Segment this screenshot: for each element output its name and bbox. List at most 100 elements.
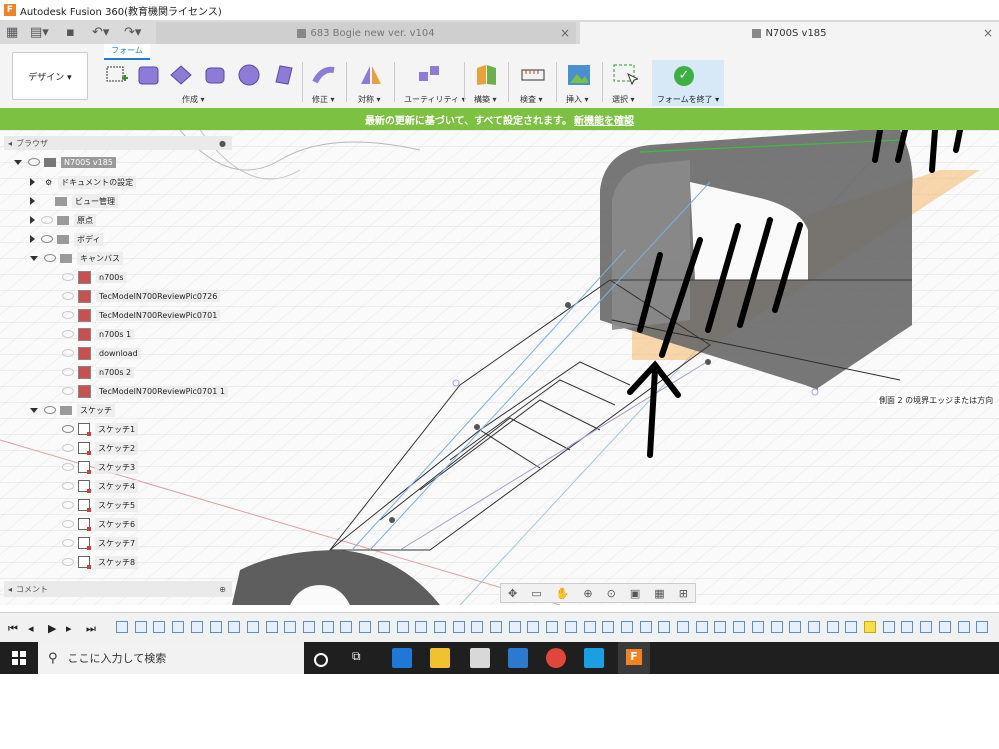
timeline-feature-icon[interactable] xyxy=(321,621,334,633)
timeline-feature-icon[interactable] xyxy=(527,621,540,633)
file-menu-icon[interactable]: ▤▾ xyxy=(30,23,49,41)
timeline-feature-icon[interactable] xyxy=(340,621,353,633)
tree-item-doc-settings[interactable]: ⚙ ドキュメントの設定 xyxy=(30,174,137,190)
store-icon[interactable] xyxy=(470,648,490,668)
timeline-feature-icon[interactable] xyxy=(116,621,128,633)
timeline-feature-icon[interactable] xyxy=(677,621,689,633)
visibility-icon[interactable] xyxy=(62,349,74,357)
cloud-app-icon[interactable] xyxy=(584,648,604,668)
sketch-item[interactable]: スケッチ5 xyxy=(62,497,139,513)
mail-icon[interactable] xyxy=(508,648,528,668)
expand-icon[interactable] xyxy=(30,255,38,261)
torus-form-icon[interactable] xyxy=(270,62,296,88)
expand-icon[interactable] xyxy=(30,178,35,186)
timeline-feature-icon[interactable] xyxy=(826,621,839,633)
cortana-icon[interactable] xyxy=(314,653,328,667)
timeline-feature-icon[interactable] xyxy=(807,621,820,633)
insert-image-icon[interactable] xyxy=(566,62,592,88)
visibility-icon[interactable] xyxy=(62,311,74,319)
visibility-icon[interactable] xyxy=(62,273,74,281)
comments-panel[interactable]: ◂ コメント ⊕ xyxy=(4,581,232,597)
fusion-taskbar-button[interactable]: F xyxy=(618,642,650,674)
modify-form-icon[interactable] xyxy=(312,62,338,88)
add-comment-icon[interactable]: ⊕ xyxy=(219,585,226,594)
symmetry-icon[interactable] xyxy=(358,62,384,88)
sketch-item[interactable]: スケッチ3 xyxy=(62,459,139,475)
visibility-icon[interactable] xyxy=(28,158,40,166)
timeline-feature-icon[interactable] xyxy=(134,621,147,633)
timeline-feature-icon[interactable] xyxy=(377,621,390,633)
symmetry-group-label[interactable]: 対称 ▾ xyxy=(358,94,381,105)
viewports-icon[interactable]: ⊞ xyxy=(679,587,688,600)
pan-icon[interactable]: ✋ xyxy=(556,587,570,600)
utility-icon[interactable] xyxy=(416,62,442,88)
play-icon[interactable]: ▶ xyxy=(48,622,56,635)
timeline-feature-icon[interactable] xyxy=(172,621,185,633)
save-icon[interactable]: ▪ xyxy=(66,23,75,41)
timeline-feature-icon[interactable] xyxy=(882,621,895,633)
timeline-feature-icon[interactable] xyxy=(564,621,577,633)
timeline-feature-icon[interactable] xyxy=(901,621,914,633)
timeline-feature-icon[interactable] xyxy=(303,621,315,633)
timeline-feature-icon[interactable] xyxy=(658,621,671,633)
cylinder-form-icon[interactable] xyxy=(202,62,228,88)
construct-icon[interactable] xyxy=(474,62,500,88)
measure-icon[interactable] xyxy=(520,62,546,88)
expand-icon[interactable] xyxy=(30,407,38,413)
timeline-feature-icon[interactable] xyxy=(396,621,409,633)
modify-group-label[interactable]: 修正 ▾ xyxy=(312,94,335,105)
taskbar-search[interactable]: ⚲ ここに入力して検索 xyxy=(38,642,304,674)
tree-item-canvases[interactable]: キャンバス xyxy=(30,250,123,266)
timeline-feature-icon[interactable] xyxy=(359,621,372,633)
visibility-icon[interactable] xyxy=(62,292,74,300)
expand-icon[interactable] xyxy=(14,159,22,165)
visibility-icon[interactable] xyxy=(62,482,74,490)
timeline-feature-icon[interactable] xyxy=(490,621,502,633)
tab-form[interactable]: フォーム xyxy=(104,44,150,60)
step-back-icon[interactable]: ◂ xyxy=(28,622,34,635)
sketch-item[interactable]: スケッチ4 xyxy=(62,478,139,494)
task-view-icon[interactable]: ⧉ xyxy=(352,649,372,669)
timeline-feature-icon[interactable] xyxy=(209,621,222,633)
insert-group-label[interactable]: 挿入 ▾ xyxy=(566,94,589,105)
file-explorer-icon[interactable] xyxy=(430,648,450,668)
visibility-icon[interactable] xyxy=(62,520,74,528)
timeline-feature-icon[interactable] xyxy=(246,621,259,633)
visibility-icon[interactable] xyxy=(62,444,74,452)
visibility-icon[interactable] xyxy=(62,463,74,471)
timeline-feature-icon[interactable] xyxy=(920,621,933,633)
tree-item-bodies[interactable]: ボディ xyxy=(30,231,104,247)
close-tab-icon[interactable]: × xyxy=(560,26,570,40)
go-to-end-icon[interactable]: ⏭ xyxy=(86,622,96,636)
expand-icon[interactable] xyxy=(30,197,35,205)
plane-form-icon[interactable] xyxy=(168,62,194,88)
timeline-feature-icon[interactable] xyxy=(190,621,203,633)
timeline-feature-icon[interactable] xyxy=(864,621,876,633)
go-to-start-icon[interactable]: ⏮ xyxy=(8,622,18,636)
tree-item-sketches[interactable]: スケッチ xyxy=(30,402,115,418)
timeline-feature-icon[interactable] xyxy=(471,621,484,633)
timeline-feature-icon[interactable] xyxy=(153,621,166,633)
zoom-icon[interactable]: ⊕ xyxy=(583,587,592,600)
collapse-icon[interactable]: ◂ xyxy=(8,585,12,594)
timeline-feature-icon[interactable] xyxy=(546,621,559,633)
timeline-feature-icon[interactable] xyxy=(602,621,615,633)
timeline-feature-icon[interactable] xyxy=(508,621,521,633)
canvas-item[interactable]: TecModelN700ReviewPic0701 xyxy=(62,307,221,323)
step-forward-icon[interactable]: ▸ xyxy=(66,622,72,635)
expand-icon[interactable] xyxy=(30,235,35,243)
edge-icon[interactable] xyxy=(392,648,412,668)
canvas-item[interactable]: n700s 2 xyxy=(62,364,135,380)
tab-n700s[interactable]: N700S v185 × xyxy=(580,22,999,44)
timeline-feature-icon[interactable] xyxy=(433,621,446,633)
sketch-item[interactable]: スケッチ8 xyxy=(62,554,139,570)
redo-icon[interactable]: ↷▾ xyxy=(124,23,141,41)
visibility-icon[interactable] xyxy=(44,254,56,262)
tab-683-bogie[interactable]: 683 Bogie new ver. v104 × xyxy=(156,22,576,44)
expand-icon[interactable] xyxy=(30,216,35,224)
timeline-feature-icon[interactable] xyxy=(938,621,951,633)
collapse-icon[interactable]: ◂ xyxy=(8,139,12,148)
timeline-feature-icon[interactable] xyxy=(452,621,465,633)
visibility-icon[interactable] xyxy=(62,368,74,376)
browser-root[interactable]: N700S v185 xyxy=(14,154,116,170)
